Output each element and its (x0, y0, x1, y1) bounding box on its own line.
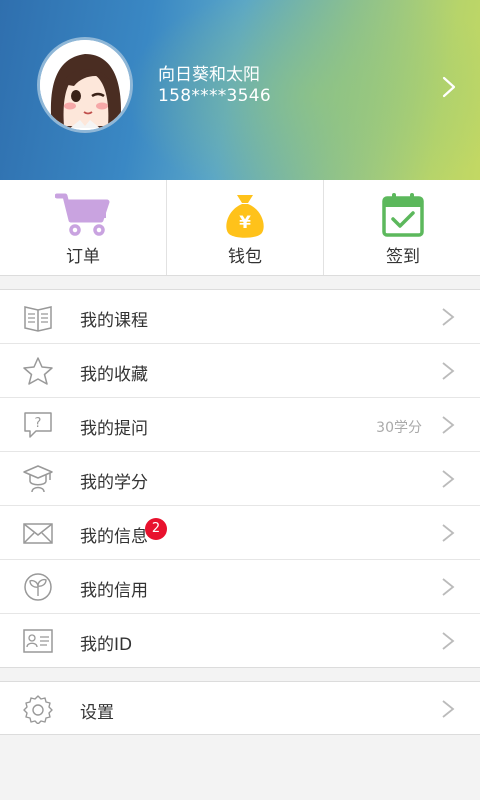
wallet-button[interactable]: ¥ 钱包 (166, 180, 323, 275)
menu-item-courses[interactable]: 我的课程 (0, 290, 480, 344)
user-name: 向日葵和太阳 (158, 65, 260, 85)
id-card-icon (23, 629, 53, 653)
credits-value: 30学分 (376, 420, 422, 436)
chevron-right-icon (442, 308, 455, 326)
cartoon-girl-avatar-icon (40, 40, 130, 130)
svg-text:?: ? (35, 416, 42, 431)
user-phone: 158****3546 (158, 86, 272, 106)
question-bubble-icon: ? (24, 412, 52, 438)
star-icon (23, 357, 53, 385)
checkin-label: 签到 (386, 247, 420, 267)
money-bag-icon: ¥ (226, 195, 264, 238)
chevron-right-icon[interactable] (440, 76, 458, 98)
chevron-right-icon (442, 700, 455, 718)
chevron-right-icon (442, 362, 455, 380)
orders-button[interactable]: 订单 (0, 180, 166, 275)
checkin-button[interactable]: 签到 (323, 180, 480, 275)
book-icon (24, 306, 52, 332)
settings-label: 设置 (80, 703, 114, 723)
svg-text:¥: ¥ (239, 213, 251, 233)
menu-item-credits[interactable]: 我的学分 (0, 452, 480, 506)
sprout-icon (24, 573, 52, 601)
gear-icon (23, 695, 53, 724)
menu-item-label: 我的提问 (80, 419, 148, 439)
menu-item-messages[interactable]: 我的信息 2 (0, 506, 480, 560)
chevron-right-icon (442, 470, 455, 488)
menu-list: 我的课程 我的收藏 ? 我的提问 30学分 我的学分 我的信息 2 我的信用 我… (0, 289, 480, 668)
unread-badge: 2 (145, 518, 167, 540)
menu-item-label: 我的信息 (80, 527, 148, 547)
menu-item-label: 我的学分 (80, 473, 148, 493)
menu-item-label: 我的ID (80, 635, 133, 655)
menu-item-credit-score[interactable]: 我的信用 (0, 560, 480, 614)
wallet-label: 钱包 (228, 247, 262, 267)
settings-section: 设置 (0, 681, 480, 735)
chevron-right-icon (442, 578, 455, 596)
chevron-right-icon (442, 524, 455, 542)
menu-item-questions[interactable]: ? 我的提问 30学分 (0, 398, 480, 452)
menu-item-label: 我的收藏 (80, 365, 148, 385)
graduation-cap-icon (23, 465, 53, 493)
chevron-right-icon (442, 416, 455, 434)
calendar-check-icon (382, 193, 424, 237)
menu-item-label: 我的信用 (80, 581, 148, 601)
orders-label: 订单 (66, 247, 100, 267)
chevron-right-icon (442, 632, 455, 650)
profile-header[interactable]: 向日葵和太阳 158****3546 (0, 0, 480, 180)
avatar[interactable] (37, 37, 133, 133)
menu-item-favorites[interactable]: 我的收藏 (0, 344, 480, 398)
menu-item-settings[interactable]: 设置 (0, 682, 480, 734)
quick-actions: 订单 ¥ 钱包 签到 (0, 180, 480, 276)
shopping-cart-icon (55, 193, 110, 236)
envelope-icon (23, 523, 53, 544)
menu-item-id[interactable]: 我的ID (0, 614, 480, 667)
menu-item-label: 我的课程 (80, 311, 148, 331)
